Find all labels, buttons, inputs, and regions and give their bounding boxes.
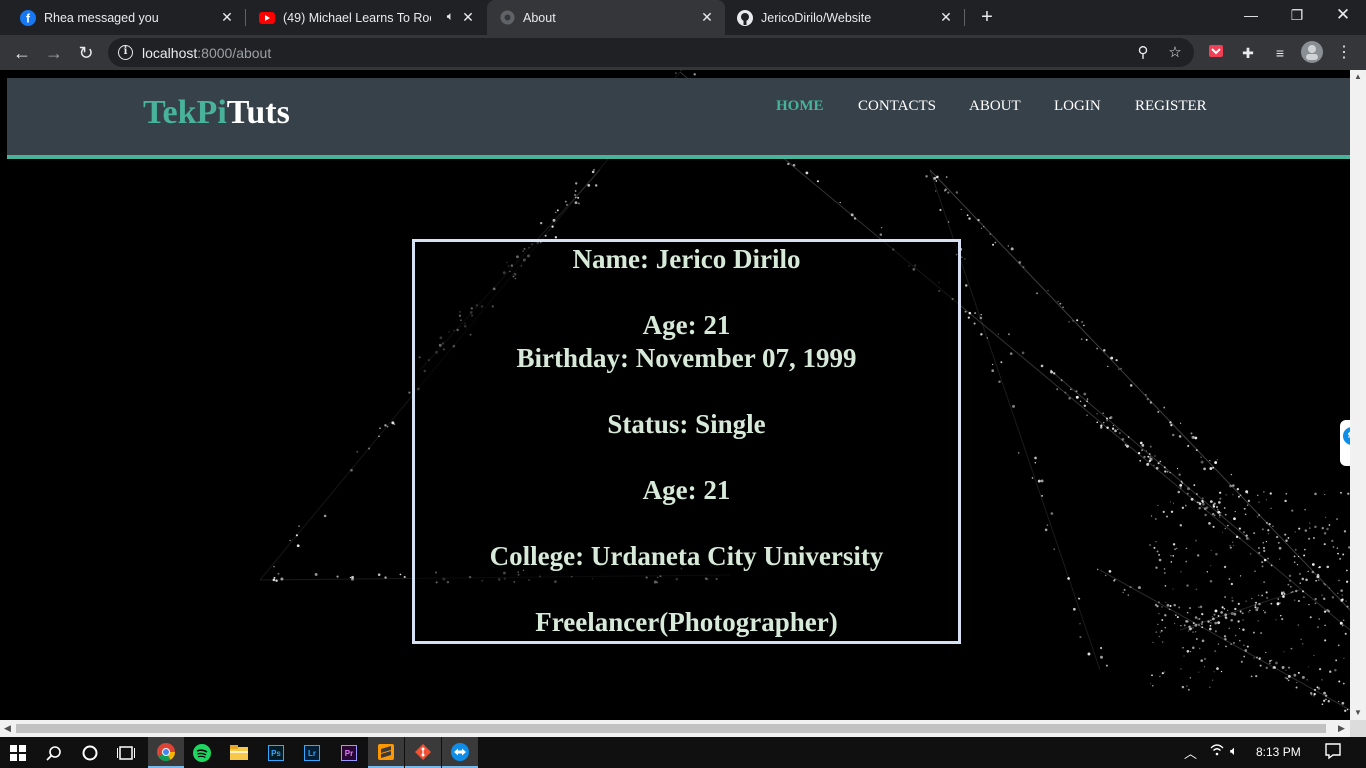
vertical-scrollbar[interactable]: ▲ ▼ <box>1350 70 1366 720</box>
bookmark-star-icon[interactable]: ☆ <box>1165 43 1185 63</box>
taskbar-clock[interactable]: 8:13 PM <box>1256 745 1301 759</box>
photoshop-icon[interactable]: Ps <box>258 737 294 768</box>
scrollbar-thumb[interactable] <box>16 724 1326 733</box>
lightroom-label: Lr <box>304 744 320 761</box>
scroll-right-arrow-icon[interactable]: ▶ <box>1338 723 1345 734</box>
brand-part-2: Tuts <box>226 94 290 131</box>
nav-contacts[interactable]: CONTACTS <box>858 98 936 115</box>
premiere-label: Pr <box>341 744 357 761</box>
back-button[interactable]: ← <box>9 40 35 66</box>
teamviewer-icon[interactable] <box>442 737 478 768</box>
lightroom-icon[interactable]: Lr <box>294 737 330 768</box>
profile-name: Name: Jerico Dirilo <box>572 244 801 274</box>
page-viewport: TekPiTuts HOME CONTACTS ABOUT LOGIN REGI… <box>0 70 1350 720</box>
address-bar[interactable]: i localhost:8000/about ⚲ ☆ <box>108 38 1194 67</box>
notification-center-icon[interactable] <box>1324 742 1342 763</box>
url-path: :8000/about <box>197 45 272 61</box>
profile-age: Age: 21 <box>642 310 731 340</box>
tab-title: JericoDirilo/Website <box>761 10 872 25</box>
nav-home[interactable]: HOME <box>776 98 824 115</box>
forward-button[interactable]: → <box>41 40 67 66</box>
tab-separator <box>964 9 965 26</box>
tab-youtube[interactable]: (49) Michael Learns To Rock 🔈︎ ✕ <box>246 0 486 35</box>
tab-title: About <box>523 10 556 25</box>
minimize-button[interactable]: — <box>1228 0 1274 32</box>
chrome-icon[interactable] <box>148 737 184 768</box>
media-controls-icon[interactable]: ≡ <box>1270 43 1290 63</box>
zoom-icon[interactable]: ⚲ <box>1133 43 1153 63</box>
nav-login[interactable]: LOGIN <box>1054 98 1101 115</box>
nav-about[interactable]: ABOUT <box>969 98 1021 115</box>
file-explorer-icon[interactable] <box>221 737 257 768</box>
tray-chevron-icon[interactable]: ︿ <box>1184 743 1197 762</box>
url-text[interactable]: localhost:8000/about <box>142 45 271 61</box>
profile-status: Status: Single <box>607 409 766 439</box>
close-tab-icon[interactable]: ✕ <box>460 9 476 25</box>
scrollbar-corner <box>1350 720 1366 737</box>
volume-icon[interactable]: 🔈︎ <box>1230 743 1238 759</box>
nav-register[interactable]: REGISTER <box>1135 98 1207 115</box>
menu-icon[interactable]: ⋮ <box>1334 43 1354 63</box>
close-window-button[interactable]: ✕ <box>1320 0 1366 32</box>
restore-button[interactable]: ❐ <box>1274 0 1320 32</box>
scroll-left-arrow-icon[interactable]: ◀ <box>4 723 11 734</box>
windows-taskbar: Ps Lr Pr ︿ 🔈︎ 8:13 PM <box>0 737 1366 768</box>
info-icon[interactable]: i <box>118 45 133 60</box>
globe-icon <box>499 10 515 26</box>
brand-part-1: TekPi <box>143 94 227 131</box>
wifi-icon[interactable] <box>1210 743 1224 759</box>
scroll-down-arrow-icon[interactable]: ▼ <box>1354 708 1362 717</box>
brand-logo[interactable]: TekPiTuts <box>143 94 290 132</box>
sublime-icon[interactable] <box>368 737 404 768</box>
browser-toolbar: ← → ↻ i localhost:8000/about ⚲ ☆ ✚ ≡ ⋮ <box>0 35 1366 70</box>
profile-occupation: Freelancer(Photographer) <box>535 607 838 637</box>
photoshop-label: Ps <box>268 744 284 761</box>
speaker-icon[interactable]: 🔈︎ <box>447 9 454 24</box>
close-tab-icon[interactable]: ✕ <box>219 9 235 25</box>
url-host: localhost <box>142 45 198 61</box>
profile-college: College: Urdaneta City University <box>489 541 884 571</box>
extensions-icon[interactable]: ✚ <box>1238 43 1258 63</box>
tab-about[interactable]: About ✕ <box>487 0 725 35</box>
reload-button[interactable]: ↻ <box>73 40 99 66</box>
close-tab-icon[interactable]: ✕ <box>699 9 715 25</box>
scroll-up-arrow-icon[interactable]: ▲ <box>1354 72 1362 81</box>
facebook-icon: f <box>20 9 36 26</box>
site-header: TekPiTuts HOME CONTACTS ABOUT LOGIN REGI… <box>7 78 1350 159</box>
tab-github[interactable]: JericoDirilo/Website ✕ <box>726 0 964 35</box>
spotify-icon[interactable] <box>184 737 220 768</box>
profile-age-repeat: Age: 21 <box>642 475 731 505</box>
profile-card: Name: Jerico Dirilo Age: 21 Birthday: No… <box>412 239 961 644</box>
github-icon <box>737 9 753 26</box>
close-tab-icon[interactable]: ✕ <box>938 9 954 25</box>
horizontal-scrollbar[interactable]: ◀ ▶ <box>0 720 1350 737</box>
tab-facebook[interactable]: f Rhea messaged you ✕ <box>0 0 245 35</box>
cortana-icon[interactable] <box>72 737 108 768</box>
tab-bar: f Rhea messaged you ✕ (49) Michael Learn… <box>0 0 1366 35</box>
premiere-icon[interactable]: Pr <box>331 737 367 768</box>
new-tab-button[interactable]: + <box>976 6 998 28</box>
search-icon[interactable] <box>36 737 72 768</box>
avatar[interactable] <box>1301 41 1323 63</box>
tab-title: (49) Michael Learns To Rock <box>283 10 431 25</box>
windows-start-icon[interactable] <box>0 737 36 768</box>
tab-title: Rhea messaged you <box>44 10 159 25</box>
profile-birthday: Birthday: November 07, 1999 <box>516 343 857 373</box>
youtube-icon <box>259 10 275 26</box>
git-icon[interactable] <box>405 737 441 768</box>
pocket-extension-icon[interactable] <box>1206 43 1226 63</box>
task-view-icon[interactable] <box>108 737 144 768</box>
